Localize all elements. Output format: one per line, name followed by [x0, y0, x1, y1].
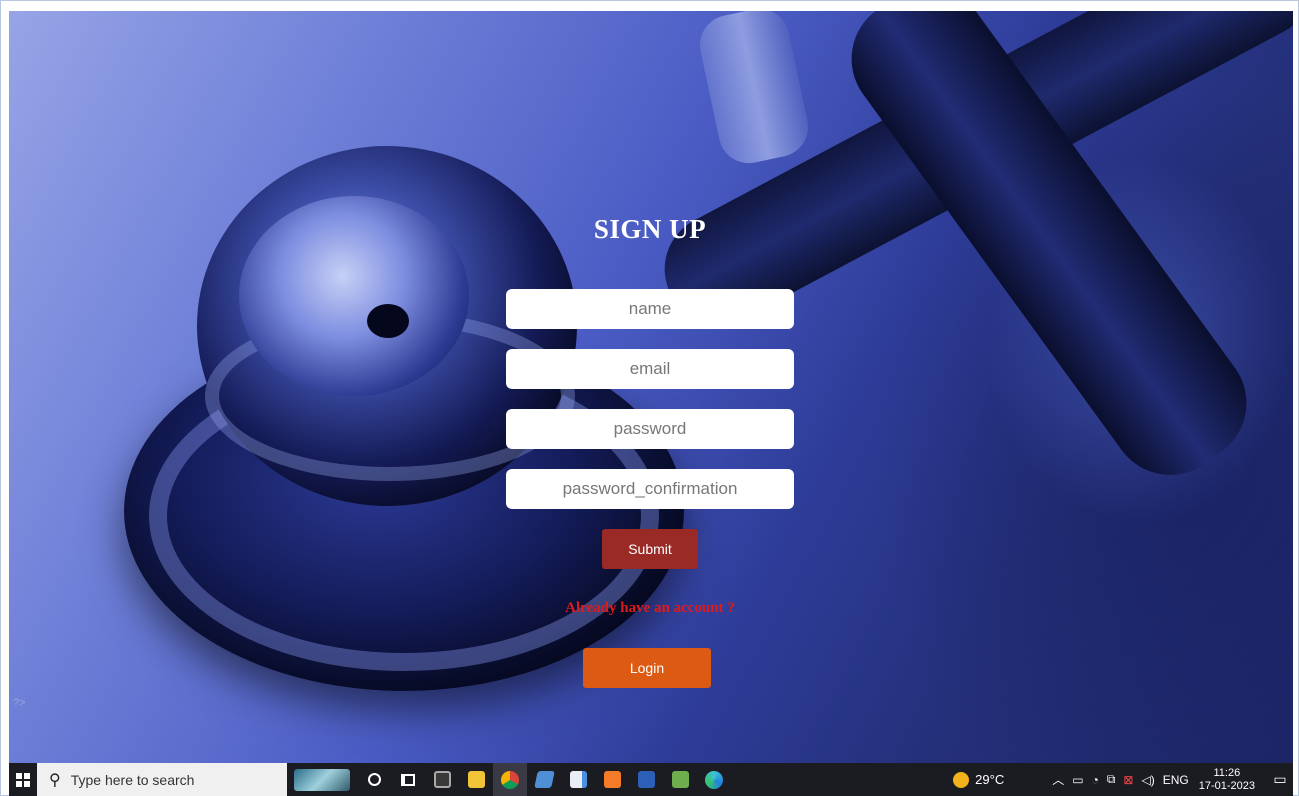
stray-php-text: ?> [13, 697, 26, 709]
system-tray: 29°C ︿ ▭ ◔ ⧉ ⊠ ◁) ENG 11:26 17-01-2023 ▭ [953, 767, 1293, 793]
clock-date: 17-01-2023 [1198, 779, 1255, 792]
password-confirmation-field[interactable] [506, 469, 794, 509]
clock-time: 11:26 [1213, 766, 1241, 779]
chrome-icon[interactable] [493, 763, 527, 796]
xampp-icon[interactable] [595, 763, 629, 796]
windows-taskbar: ⚲ Type here to search 29°C ︿ ▭ ◔ ⧉ ⊠ ◁) … [9, 763, 1293, 796]
chevron-up-icon[interactable]: ︿ [1052, 771, 1064, 788]
signup-page-background: SIGN UP Submit Already have an account ?… [9, 11, 1293, 763]
language-indicator[interactable]: ENG [1163, 773, 1189, 787]
weather-temperature: 29°C [975, 772, 1005, 787]
taskbar-clock[interactable]: 11:26 17-01-2023 [1199, 767, 1255, 793]
cortana-icon[interactable] [357, 763, 391, 796]
device-icon[interactable]: ⧉ [1107, 772, 1116, 787]
volume-icon[interactable]: ◁) [1141, 773, 1154, 787]
signup-form: SIGN UP Submit Already have an account ?… [9, 11, 1293, 763]
name-field[interactable] [506, 289, 794, 329]
submit-button[interactable]: Submit [602, 529, 698, 569]
file-explorer-icon[interactable] [459, 763, 493, 796]
news-widget-icon[interactable] [287, 763, 357, 796]
windows-logo-icon [16, 772, 30, 787]
email-field[interactable] [506, 349, 794, 389]
window-frame: SIGN UP Submit Already have an account ?… [0, 0, 1299, 796]
notification-icon[interactable]: ▭ [1267, 771, 1293, 788]
page-title: SIGN UP [593, 214, 707, 244]
already-have-account-text: Already have an account ? [565, 600, 735, 616]
word-icon[interactable] [629, 763, 663, 796]
taskbar-search-placeholder: Type here to search [70, 771, 195, 788]
security-icon[interactable]: ⊠ [1123, 773, 1133, 787]
password-field[interactable] [506, 409, 794, 449]
app-icon[interactable] [527, 763, 561, 796]
task-view-icon[interactable] [391, 763, 425, 796]
excel-icon[interactable] [663, 763, 697, 796]
sun-icon [953, 771, 970, 788]
weather-widget[interactable]: 29°C [953, 771, 1005, 788]
login-button[interactable]: Login [583, 648, 711, 688]
battery-icon[interactable]: ▭ [1072, 773, 1083, 787]
taskbar-search-box[interactable]: ⚲ Type here to search [37, 763, 287, 796]
windows-start-button[interactable] [9, 763, 37, 796]
notes-icon[interactable] [561, 763, 595, 796]
search-icon: ⚲ [49, 771, 61, 789]
terminal-icon[interactable] [425, 763, 459, 796]
edge-icon[interactable] [697, 763, 731, 796]
wifi-icon[interactable]: ◔ [1092, 773, 1099, 787]
